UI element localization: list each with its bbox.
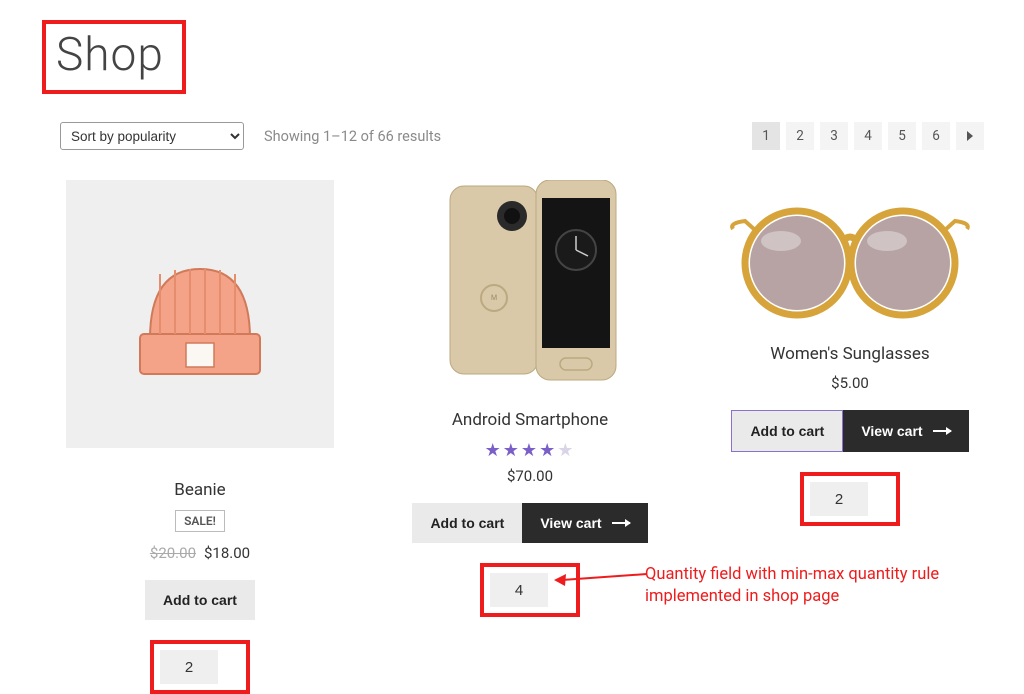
page-6[interactable]: 6 (922, 122, 950, 150)
quantity-input[interactable] (810, 482, 868, 516)
price-strike: $20.00 (150, 544, 196, 562)
page-next[interactable] (956, 122, 984, 150)
product-title[interactable]: Beanie (174, 480, 225, 500)
controls-row: Sort by popularity Showing 1–12 of 66 re… (60, 122, 984, 150)
stars-empty: ★ (557, 440, 575, 461)
pagination: 1 2 3 4 5 6 (752, 122, 984, 150)
add-to-cart-button[interactable]: Add to cart (412, 503, 522, 543)
quantity-highlight (150, 640, 250, 694)
product-grid: Beanie SALE! $20.00 $18.00 Add to cart (60, 180, 984, 694)
quantity-input[interactable] (490, 573, 548, 607)
page-4[interactable]: 4 (854, 122, 882, 150)
page-title: Shop (56, 28, 164, 82)
product-card-beanie: Beanie SALE! $20.00 $18.00 Add to cart (60, 180, 340, 694)
phone-icon: M (440, 180, 620, 390)
product-image[interactable] (66, 180, 334, 448)
view-cart-button[interactable]: View cart (843, 410, 968, 452)
product-image[interactable]: M (405, 180, 655, 390)
product-price: $70.00 (507, 467, 553, 485)
arrow-right-icon (933, 430, 951, 432)
annotation-line1: Quantity field with min-max quantity rul… (645, 565, 939, 584)
add-to-cart-button[interactable]: Add to cart (145, 580, 255, 620)
sale-badge: SALE! (175, 510, 225, 532)
quantity-highlight (800, 472, 900, 526)
page-3[interactable]: 3 (820, 122, 848, 150)
result-count: Showing 1–12 of 66 results (264, 128, 441, 145)
sunglasses-icon (725, 185, 975, 325)
view-cart-label: View cart (540, 515, 601, 531)
product-price: $5.00 (831, 374, 869, 392)
product-card-sunglasses: Women's Sunglasses $5.00 Add to cart Vie… (720, 180, 980, 526)
view-cart-button[interactable]: View cart (522, 503, 647, 543)
product-title[interactable]: Women's Sunglasses (770, 344, 929, 364)
product-title[interactable]: Android Smartphone (452, 410, 608, 430)
svg-text:M: M (491, 294, 497, 302)
annotation-line2: implemented in shop page (645, 587, 839, 606)
arrow-right-icon (612, 522, 630, 524)
price-current: $18.00 (204, 544, 250, 562)
page-title-highlight: Shop (42, 20, 186, 94)
annotation-text: Quantity field with min-max quantity rul… (645, 564, 975, 609)
add-to-cart-button[interactable]: Add to cart (731, 410, 843, 452)
beanie-icon (120, 239, 280, 389)
quantity-highlight (480, 563, 580, 617)
star-rating: ★★★★★ (485, 440, 576, 461)
page-5[interactable]: 5 (888, 122, 916, 150)
product-price: $20.00 $18.00 (150, 544, 250, 562)
product-image[interactable] (725, 180, 975, 330)
view-cart-label: View cart (861, 423, 922, 439)
page-2[interactable]: 2 (786, 122, 814, 150)
sort-select[interactable]: Sort by popularity (60, 122, 244, 150)
product-card-smartphone: M Android Smartphone ★★★★★ $70.00 Add to… (390, 180, 670, 617)
stars-full: ★★★★ (485, 440, 558, 461)
page-1[interactable]: 1 (752, 122, 780, 150)
quantity-input[interactable] (160, 650, 218, 684)
